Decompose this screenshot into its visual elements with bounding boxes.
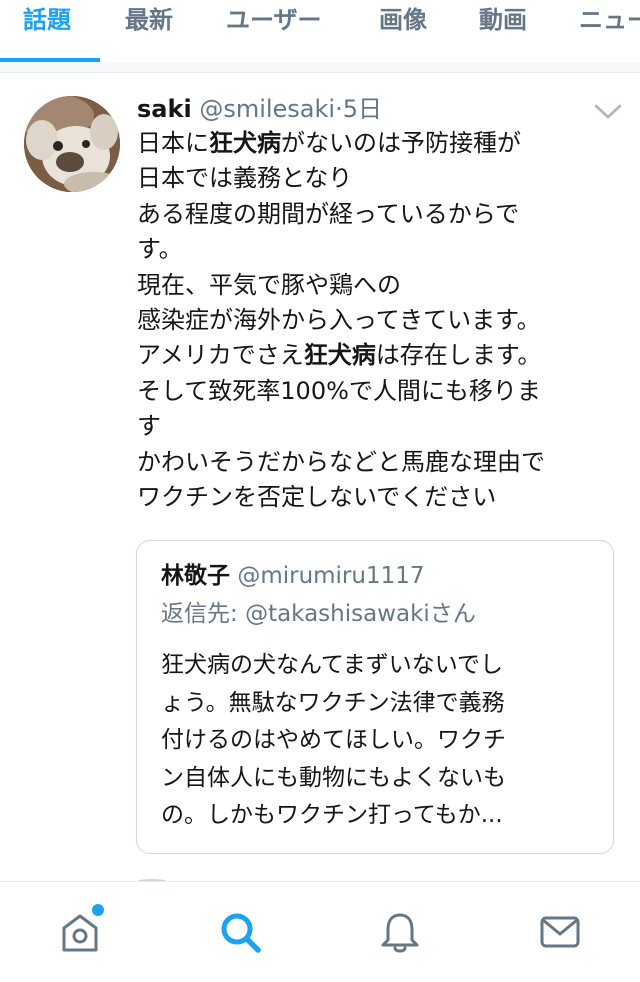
separator-dot: · bbox=[335, 95, 343, 123]
search-icon bbox=[221, 913, 261, 953]
reply-to-label: 返信先: @takashisawakiさん bbox=[161, 601, 476, 627]
nav-messages-button[interactable] bbox=[536, 908, 584, 956]
tweet[interactable]: saki @smilesaki·5日 日本に狂犬病がないのは予防接種が 日本では… bbox=[0, 73, 640, 881]
quoted-author-name: 林敬子 bbox=[161, 563, 230, 589]
chevron-down-icon bbox=[594, 104, 622, 119]
quoted-tweet[interactable]: 林敬子 @mirumiru1117 返信先: @takashisawakiさん … bbox=[136, 540, 614, 854]
reply-to-handle: @takashisawakiさん bbox=[245, 601, 476, 627]
tab-news[interactable]: ニュー bbox=[579, 0, 640, 62]
bell-icon bbox=[381, 913, 419, 953]
tweet-text: 日本に狂犬病がないのは予防接種が 日本では義務となり ある程度の期間が経っている… bbox=[137, 129, 545, 511]
nav-notifications-button[interactable] bbox=[376, 908, 424, 956]
author-handle[interactable]: @smilesaki bbox=[199, 95, 335, 123]
search-term-highlight: 狂犬病 bbox=[303, 341, 376, 370]
avatar-image bbox=[24, 96, 120, 192]
notification-dot bbox=[90, 902, 106, 918]
quoted-author-handle: @mirumiru1117 bbox=[237, 563, 425, 589]
avatar[interactable] bbox=[24, 96, 120, 192]
hashtag-highlight: 狂犬病 bbox=[209, 129, 281, 157]
author-name[interactable]: saki bbox=[137, 95, 192, 123]
quoted-tweet-text: 狂犬病の犬なんてまずいないでし ょう。無駄なワクチン法律で義務 付けるのはやめて… bbox=[161, 652, 506, 828]
tab-latest[interactable]: 最新 bbox=[125, 0, 173, 62]
nav-search-button[interactable] bbox=[216, 908, 264, 956]
tab-photos[interactable]: 画像 bbox=[379, 0, 427, 62]
tab-people[interactable]: ユーザー bbox=[226, 0, 322, 62]
search-tabs: 話題 最新 ユーザー 画像 動画 ニュー bbox=[0, 0, 640, 63]
tweet-time[interactable]: 5日 bbox=[343, 95, 382, 123]
tweet-header: saki @smilesaki·5日 bbox=[137, 92, 382, 126]
divider bbox=[0, 62, 640, 73]
bottom-nav bbox=[0, 881, 640, 982]
tweet-menu-button[interactable] bbox=[591, 100, 625, 122]
quoted-tweet-header: 林敬子 @mirumiru1117 bbox=[161, 559, 425, 593]
tab-videos[interactable]: 動画 bbox=[479, 0, 527, 62]
tab-top[interactable]: 話題 bbox=[23, 0, 71, 62]
mail-icon bbox=[540, 916, 580, 948]
